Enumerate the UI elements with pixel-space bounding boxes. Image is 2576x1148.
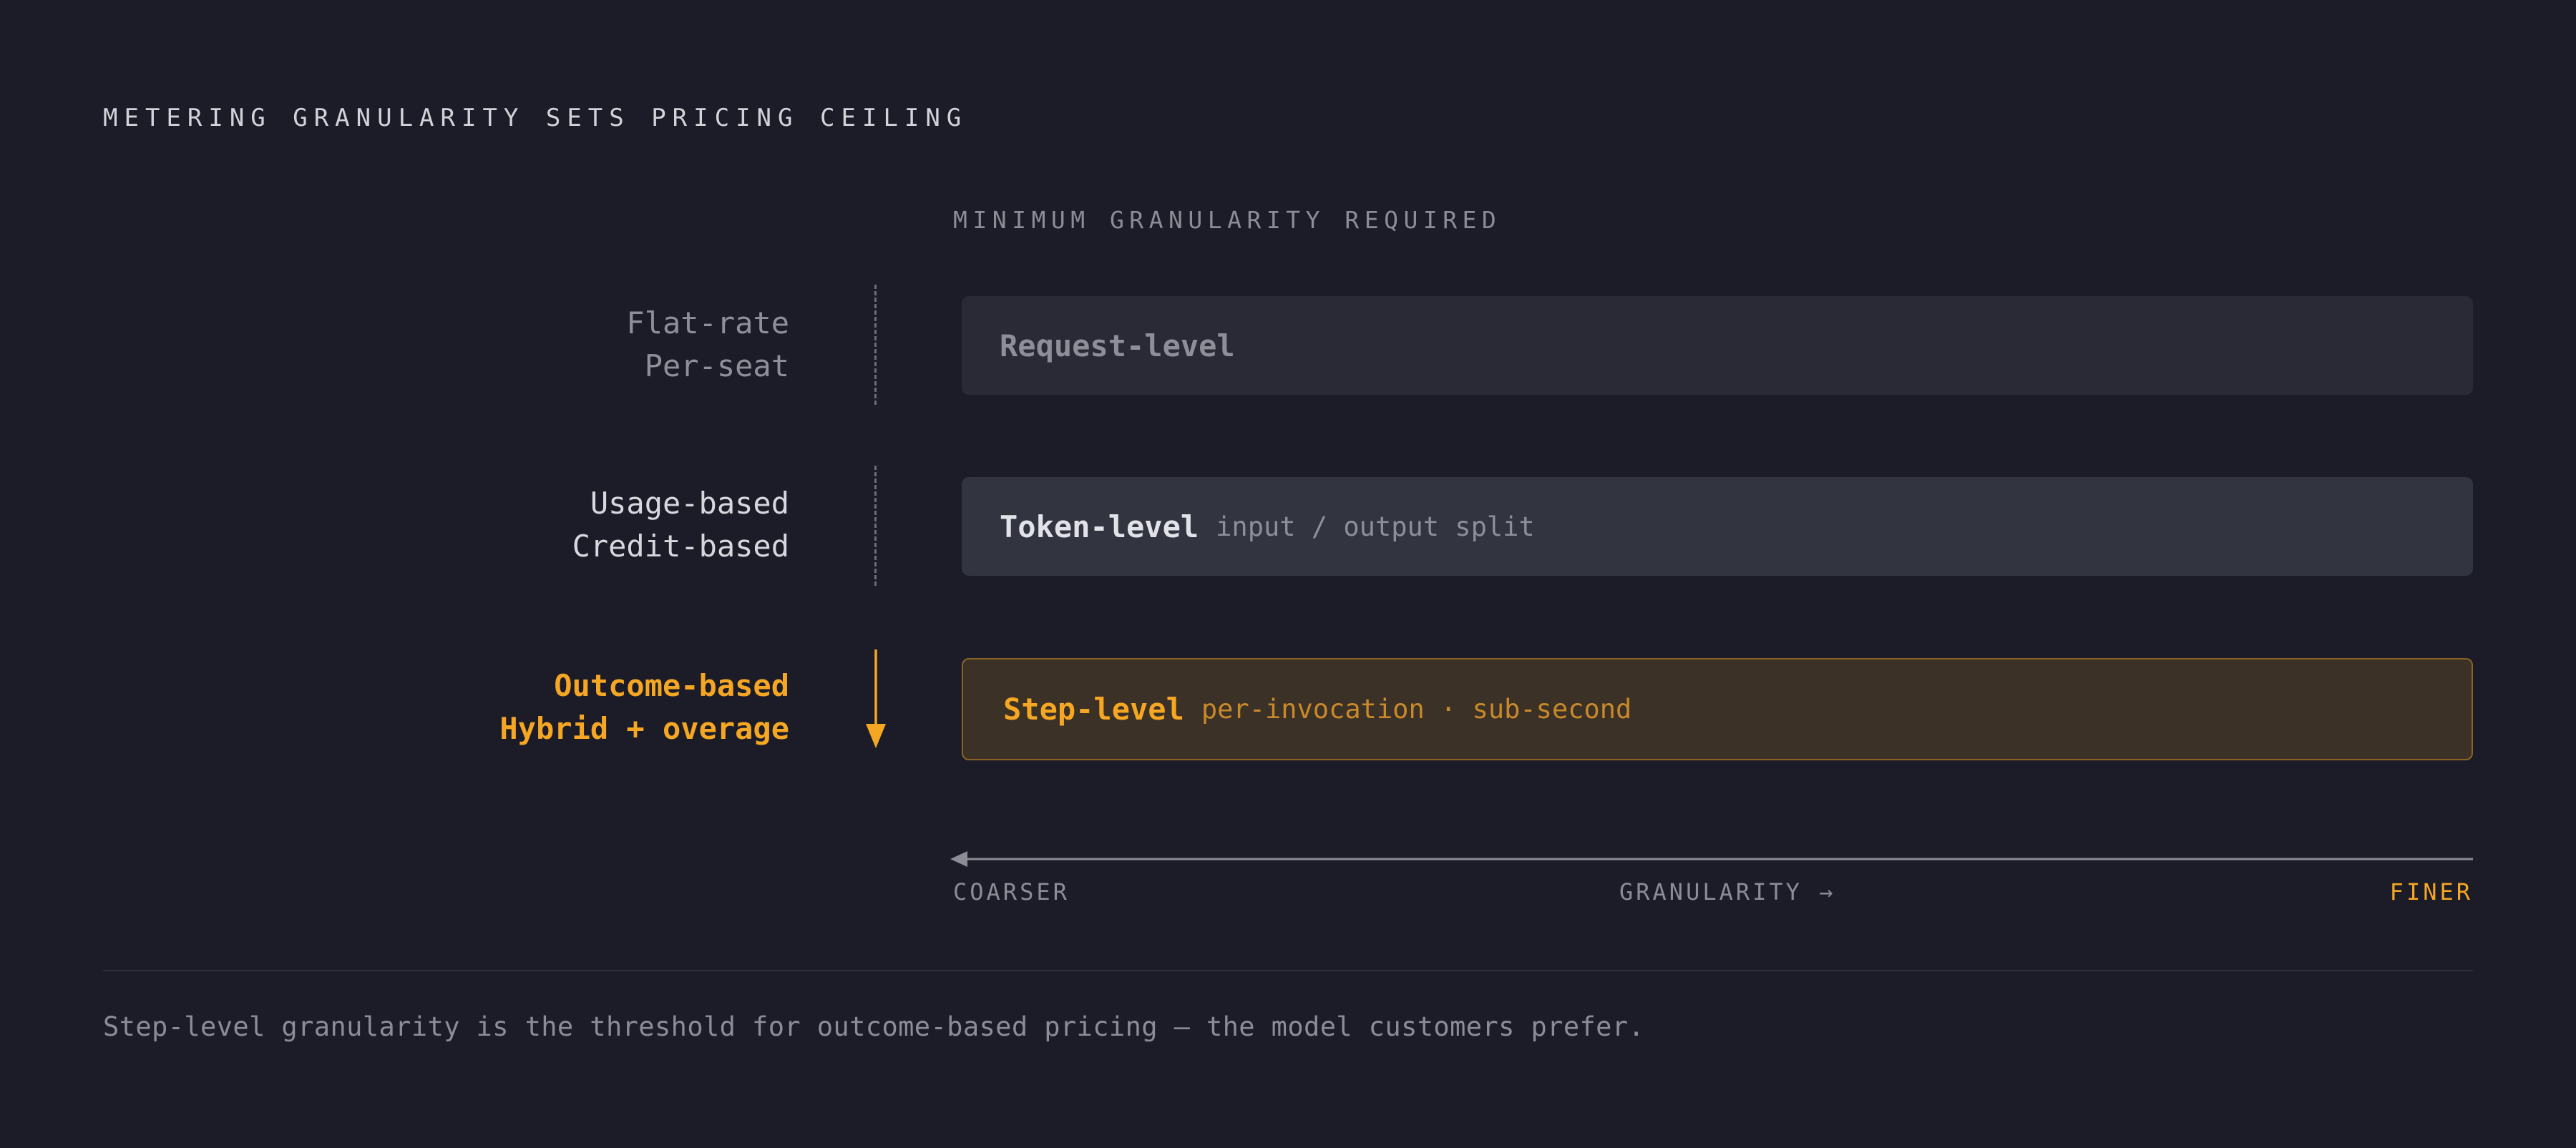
pricing-model-label: Credit-based (572, 529, 789, 564)
granularity-detail: input / output split (1216, 511, 1535, 542)
pricing-model-label: Hybrid + overage (499, 711, 789, 746)
dashed-connector-row-1 (874, 285, 877, 405)
granularity-card-request-level: Request-level (962, 296, 2473, 395)
pricing-model-label: Outcome-based (554, 668, 789, 703)
pricing-models-row-2: Usage-based Credit-based (288, 482, 789, 568)
diagram-title: METERING GRANULARITY SETS PRICING CEILIN… (103, 104, 968, 132)
granularity-card-token-level: Token-level input / output split (962, 477, 2473, 576)
granularity-label: Step-level (1003, 692, 1184, 727)
axis-label-coarser: COARSER (953, 878, 1070, 906)
pricing-model-label: Usage-based (590, 486, 789, 521)
axis-label-granularity: GRANULARITY → (1619, 878, 1836, 906)
column-header: MINIMUM GRANULARITY REQUIRED (953, 206, 1502, 234)
granularity-axis (950, 851, 2473, 867)
axis-label-finer: FINER (2389, 878, 2473, 906)
pricing-models-row-3: Outcome-based Hybrid + overage (288, 664, 789, 750)
pricing-model-label: Per-seat (644, 348, 789, 383)
pricing-models-row-1: Flat-rate Per-seat (288, 302, 789, 388)
granularity-label: Token-level (1000, 509, 1199, 544)
divider (103, 970, 2473, 971)
arrow-down-icon (866, 649, 886, 748)
dashed-connector-row-2 (874, 466, 877, 586)
footnote: Step-level granularity is the threshold … (103, 1011, 1645, 1042)
granularity-detail: per-invocation · sub-second (1201, 694, 1632, 725)
granularity-label: Request-level (1000, 328, 1235, 363)
pricing-model-label: Flat-rate (626, 305, 789, 340)
arrow-left-icon (950, 851, 967, 867)
granularity-card-step-level: Step-level per-invocation · sub-second (962, 658, 2473, 760)
